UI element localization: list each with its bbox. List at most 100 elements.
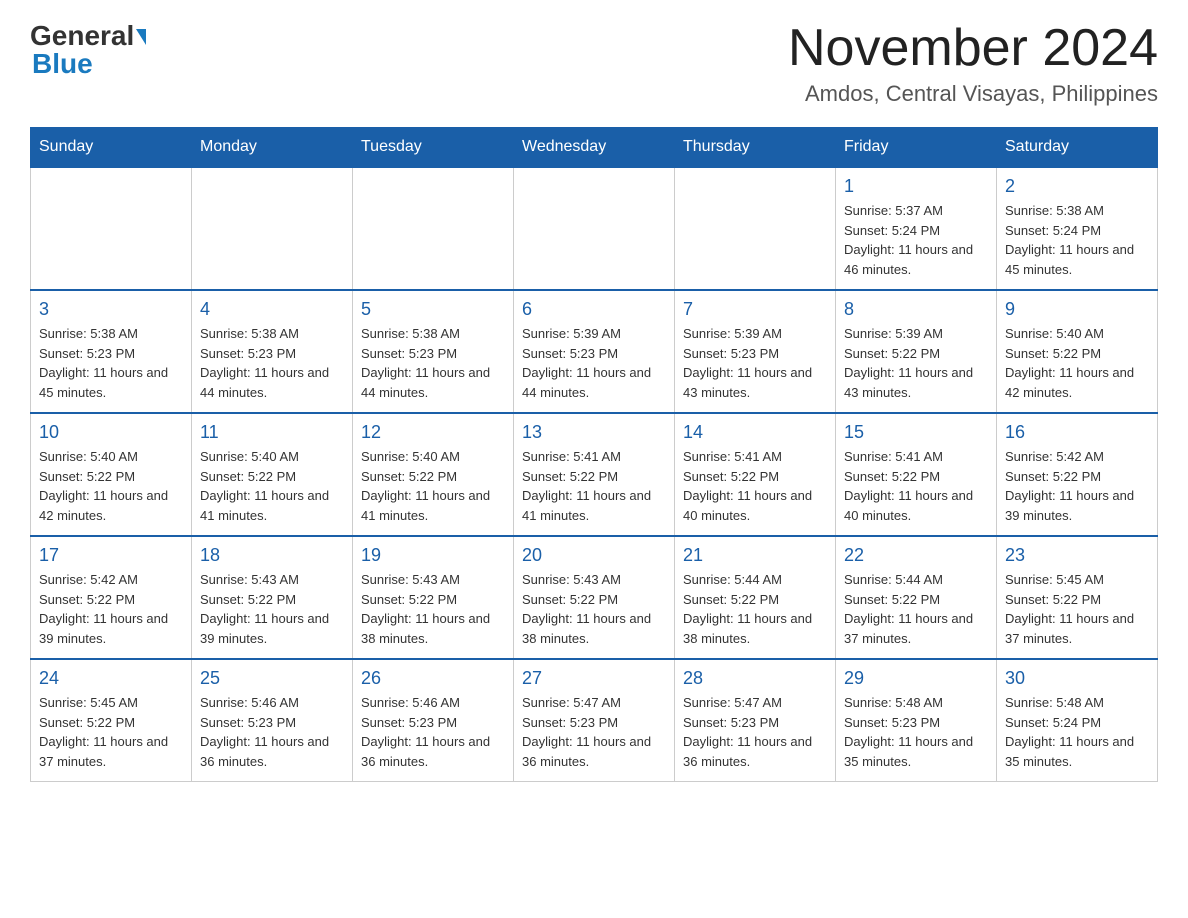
calendar-day-cell — [514, 167, 675, 290]
day-number: 27 — [522, 668, 666, 689]
day-info: Sunrise: 5:39 AMSunset: 5:22 PMDaylight:… — [844, 324, 988, 402]
day-info: Sunrise: 5:44 AMSunset: 5:22 PMDaylight:… — [683, 570, 827, 648]
day-number: 21 — [683, 545, 827, 566]
day-info: Sunrise: 5:45 AMSunset: 5:22 PMDaylight:… — [39, 693, 183, 771]
day-of-week-header: Saturday — [997, 128, 1158, 168]
calendar-day-cell: 28 Sunrise: 5:47 AMSunset: 5:23 PMDayligh… — [675, 659, 836, 782]
day-number: 1 — [844, 176, 988, 197]
day-number: 7 — [683, 299, 827, 320]
calendar-week-row: 17 Sunrise: 5:42 AMSunset: 5:22 PMDayligh… — [31, 536, 1158, 659]
logo-triangle-icon — [136, 29, 146, 45]
day-info: Sunrise: 5:40 AMSunset: 5:22 PMDaylight:… — [361, 447, 505, 525]
calendar-day-cell: 5Sunrise: 5:38 AMSunset: 5:23 PMDaylight… — [353, 290, 514, 413]
calendar-day-cell: 22 Sunrise: 5:44 AMSunset: 5:22 PMDayligh… — [836, 536, 997, 659]
day-info: Sunrise: 5:43 AMSunset: 5:22 PMDaylight:… — [200, 570, 344, 648]
day-info: Sunrise: 5:46 AMSunset: 5:23 PMDaylight:… — [200, 693, 344, 771]
calendar-day-cell — [192, 167, 353, 290]
day-number: 29 — [844, 668, 988, 689]
calendar-day-cell: 20 Sunrise: 5:43 AMSunset: 5:22 PMDayligh… — [514, 536, 675, 659]
day-info: Sunrise: 5:47 AMSunset: 5:23 PMDaylight:… — [683, 693, 827, 771]
calendar-day-cell: 27 Sunrise: 5:47 AMSunset: 5:23 PMDayligh… — [514, 659, 675, 782]
calendar-day-cell: 11 Sunrise: 5:40 AMSunset: 5:22 PMDayligh… — [192, 413, 353, 536]
day-info: Sunrise: 5:42 AMSunset: 5:22 PMDaylight:… — [39, 570, 183, 648]
calendar-day-cell: 8 Sunrise: 5:39 AMSunset: 5:22 PMDaylight… — [836, 290, 997, 413]
day-info: Sunrise: 5:46 AMSunset: 5:23 PMDaylight:… — [361, 693, 505, 771]
day-info: Sunrise: 5:47 AMSunset: 5:23 PMDaylight:… — [522, 693, 666, 771]
calendar-day-cell: 9 Sunrise: 5:40 AMSunset: 5:22 PMDaylight… — [997, 290, 1158, 413]
calendar-day-cell: 7 Sunrise: 5:39 AMSunset: 5:23 PMDaylight… — [675, 290, 836, 413]
day-info: Sunrise: 5:37 AMSunset: 5:24 PMDaylight:… — [844, 201, 988, 279]
day-info: Sunrise: 5:41 AMSunset: 5:22 PMDaylight:… — [522, 447, 666, 525]
calendar-day-cell: 12 Sunrise: 5:40 AMSunset: 5:22 PMDayligh… — [353, 413, 514, 536]
day-number: 19 — [361, 545, 505, 566]
title-section: November 2024 Amdos, Central Visayas, Ph… — [788, 20, 1158, 107]
day-number: 22 — [844, 545, 988, 566]
day-info: Sunrise: 5:48 AMSunset: 5:24 PMDaylight:… — [1005, 693, 1149, 771]
day-number: 4 — [200, 299, 344, 320]
day-of-week-header: Thursday — [675, 128, 836, 168]
day-info: Sunrise: 5:44 AMSunset: 5:22 PMDaylight:… — [844, 570, 988, 648]
day-info: Sunrise: 5:40 AMSunset: 5:22 PMDaylight:… — [200, 447, 344, 525]
day-number: 18 — [200, 545, 344, 566]
calendar-day-cell: 26 Sunrise: 5:46 AMSunset: 5:23 PMDayligh… — [353, 659, 514, 782]
day-number: 30 — [1005, 668, 1149, 689]
day-number: 2 — [1005, 176, 1149, 197]
logo: General Blue — [30, 20, 146, 80]
day-number: 10 — [39, 422, 183, 443]
day-number: 5 — [361, 299, 505, 320]
day-number: 25 — [200, 668, 344, 689]
day-info: Sunrise: 5:43 AMSunset: 5:22 PMDaylight:… — [361, 570, 505, 648]
page-header: General Blue November 2024 Amdos, Centra… — [30, 20, 1158, 107]
calendar-table: SundayMondayTuesdayWednesdayThursdayFrid… — [30, 127, 1158, 782]
month-title: November 2024 — [788, 20, 1158, 77]
day-info: Sunrise: 5:41 AMSunset: 5:22 PMDaylight:… — [844, 447, 988, 525]
day-number: 15 — [844, 422, 988, 443]
day-number: 3 — [39, 299, 183, 320]
day-number: 9 — [1005, 299, 1149, 320]
day-of-week-header: Monday — [192, 128, 353, 168]
day-of-week-header: Sunday — [31, 128, 192, 168]
day-number: 20 — [522, 545, 666, 566]
calendar-day-cell: 30 Sunrise: 5:48 AMSunset: 5:24 PMDayligh… — [997, 659, 1158, 782]
day-info: Sunrise: 5:39 AMSunset: 5:23 PMDaylight:… — [522, 324, 666, 402]
day-number: 16 — [1005, 422, 1149, 443]
calendar-day-cell: 1 Sunrise: 5:37 AMSunset: 5:24 PMDaylight… — [836, 167, 997, 290]
day-info: Sunrise: 5:41 AMSunset: 5:22 PMDaylight:… — [683, 447, 827, 525]
day-number: 13 — [522, 422, 666, 443]
day-number: 17 — [39, 545, 183, 566]
calendar-day-cell: 29 Sunrise: 5:48 AMSunset: 5:23 PMDayligh… — [836, 659, 997, 782]
calendar-day-cell: 25 Sunrise: 5:46 AMSunset: 5:23 PMDayligh… — [192, 659, 353, 782]
calendar-day-cell: 13 Sunrise: 5:41 AMSunset: 5:22 PMDayligh… — [514, 413, 675, 536]
calendar-day-cell: 3Sunrise: 5:38 AMSunset: 5:23 PMDaylight… — [31, 290, 192, 413]
calendar-day-cell: 23Sunrise: 5:45 AMSunset: 5:22 PMDayligh… — [997, 536, 1158, 659]
calendar-header-row: SundayMondayTuesdayWednesdayThursdayFrid… — [31, 128, 1158, 168]
day-of-week-header: Friday — [836, 128, 997, 168]
calendar-day-cell: 15 Sunrise: 5:41 AMSunset: 5:22 PMDayligh… — [836, 413, 997, 536]
day-info: Sunrise: 5:39 AMSunset: 5:23 PMDaylight:… — [683, 324, 827, 402]
day-number: 6 — [522, 299, 666, 320]
day-of-week-header: Tuesday — [353, 128, 514, 168]
calendar-week-row: 10 Sunrise: 5:40 AMSunset: 5:22 PMDayligh… — [31, 413, 1158, 536]
calendar-day-cell: 18 Sunrise: 5:43 AMSunset: 5:22 PMDayligh… — [192, 536, 353, 659]
calendar-week-row: 1 Sunrise: 5:37 AMSunset: 5:24 PMDaylight… — [31, 167, 1158, 290]
calendar-week-row: 3 Sunrise: 5:38 AMSunset: 5:23 PMDaylight… — [31, 290, 1158, 413]
day-info: Sunrise: 5:40 AMSunset: 5:22 PMDaylight:… — [1005, 324, 1149, 402]
day-info: Sunrise: 5:38 AMSunset: 5:23 PMDaylight:… — [200, 324, 344, 402]
day-number: 8 — [844, 299, 988, 320]
calendar-day-cell: 21 Sunrise: 5:44 AMSunset: 5:22 PMDayligh… — [675, 536, 836, 659]
calendar-day-cell: 6 Sunrise: 5:39 AMSunset: 5:23 PMDaylight… — [514, 290, 675, 413]
day-number: 11 — [200, 422, 344, 443]
day-number: 12 — [361, 422, 505, 443]
day-number: 14 — [683, 422, 827, 443]
calendar-day-cell — [675, 167, 836, 290]
calendar-day-cell: 19 Sunrise: 5:43 AMSunset: 5:22 PMDayligh… — [353, 536, 514, 659]
calendar-day-cell: 14 Sunrise: 5:41 AMSunset: 5:22 PMDayligh… — [675, 413, 836, 536]
day-number: 28 — [683, 668, 827, 689]
logo-blue-text: Blue — [32, 48, 93, 80]
day-info: Sunrise: 5:48 AMSunset: 5:23 PMDaylight:… — [844, 693, 988, 771]
day-number: 26 — [361, 668, 505, 689]
day-info: Sunrise: 5:43 AMSunset: 5:22 PMDaylight:… — [522, 570, 666, 648]
day-info: Sunrise: 5:45 AMSunset: 5:22 PMDaylight:… — [1005, 570, 1149, 648]
location-subtitle: Amdos, Central Visayas, Philippines — [788, 81, 1158, 107]
calendar-day-cell: 4 Sunrise: 5:38 AMSunset: 5:23 PMDaylight… — [192, 290, 353, 413]
